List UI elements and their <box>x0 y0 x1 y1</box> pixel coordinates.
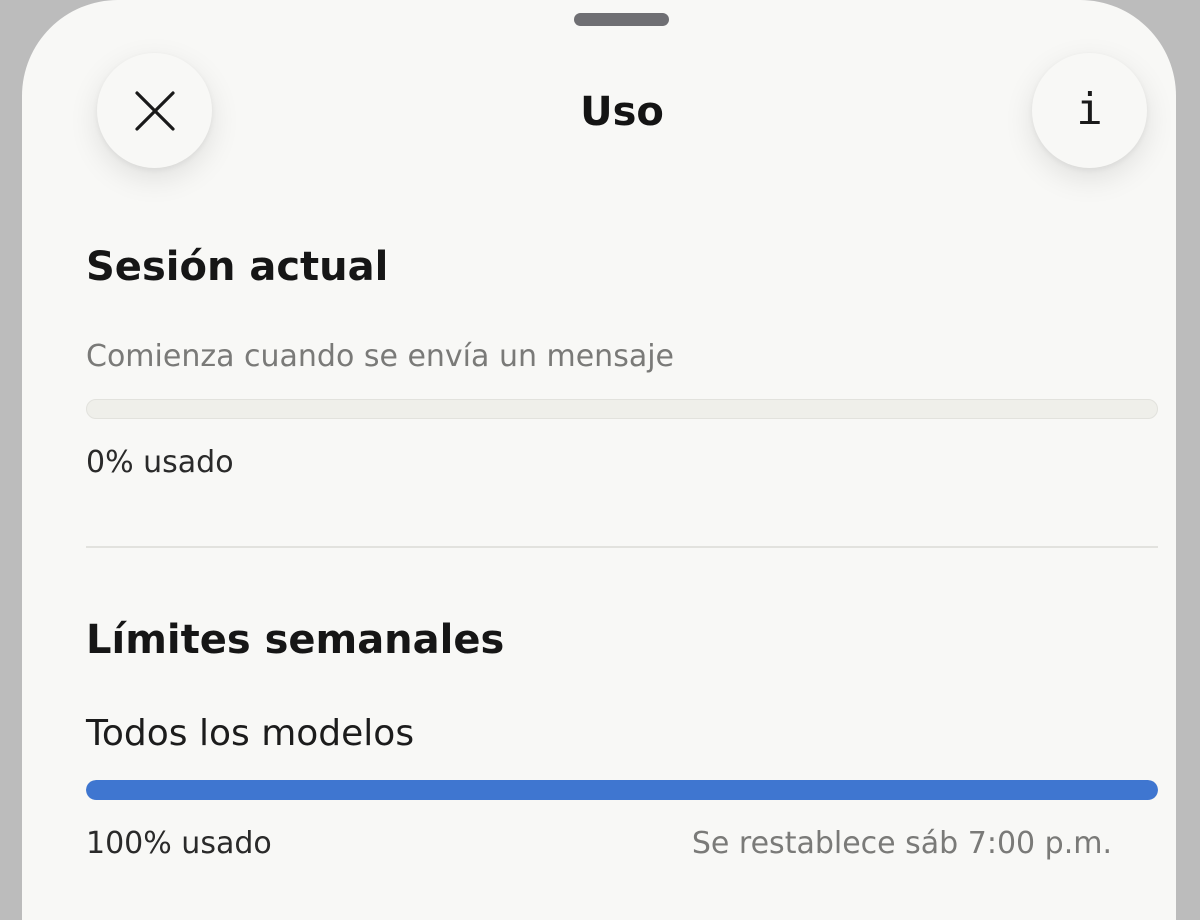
sheet-grabber-handle[interactable] <box>574 13 669 26</box>
close-icon <box>134 90 175 131</box>
weekly-limits-heading: Límites semanales <box>86 617 505 663</box>
session-usage-label: 0% usado <box>86 445 234 480</box>
info-icon: i <box>1076 83 1103 135</box>
all-models-usage-label: 100% usado <box>86 826 272 861</box>
all-models-reset-label: Se restablece sáb 7:00 p.m. <box>691 826 1112 861</box>
section-divider <box>86 546 1158 548</box>
all-models-progress-bar <box>86 780 1158 800</box>
usage-sheet: Uso i Sesión actual Comienza cuando se e… <box>22 0 1176 920</box>
all-models-progress-fill <box>86 780 1158 800</box>
info-button[interactable]: i <box>1032 53 1147 168</box>
close-button[interactable] <box>97 53 212 168</box>
session-heading: Sesión actual <box>86 244 389 290</box>
session-progress-bar <box>86 399 1158 419</box>
page-title: Uso <box>580 89 664 135</box>
all-models-label: Todos los modelos <box>86 713 415 754</box>
session-description: Comienza cuando se envía un mensaje <box>86 339 675 374</box>
